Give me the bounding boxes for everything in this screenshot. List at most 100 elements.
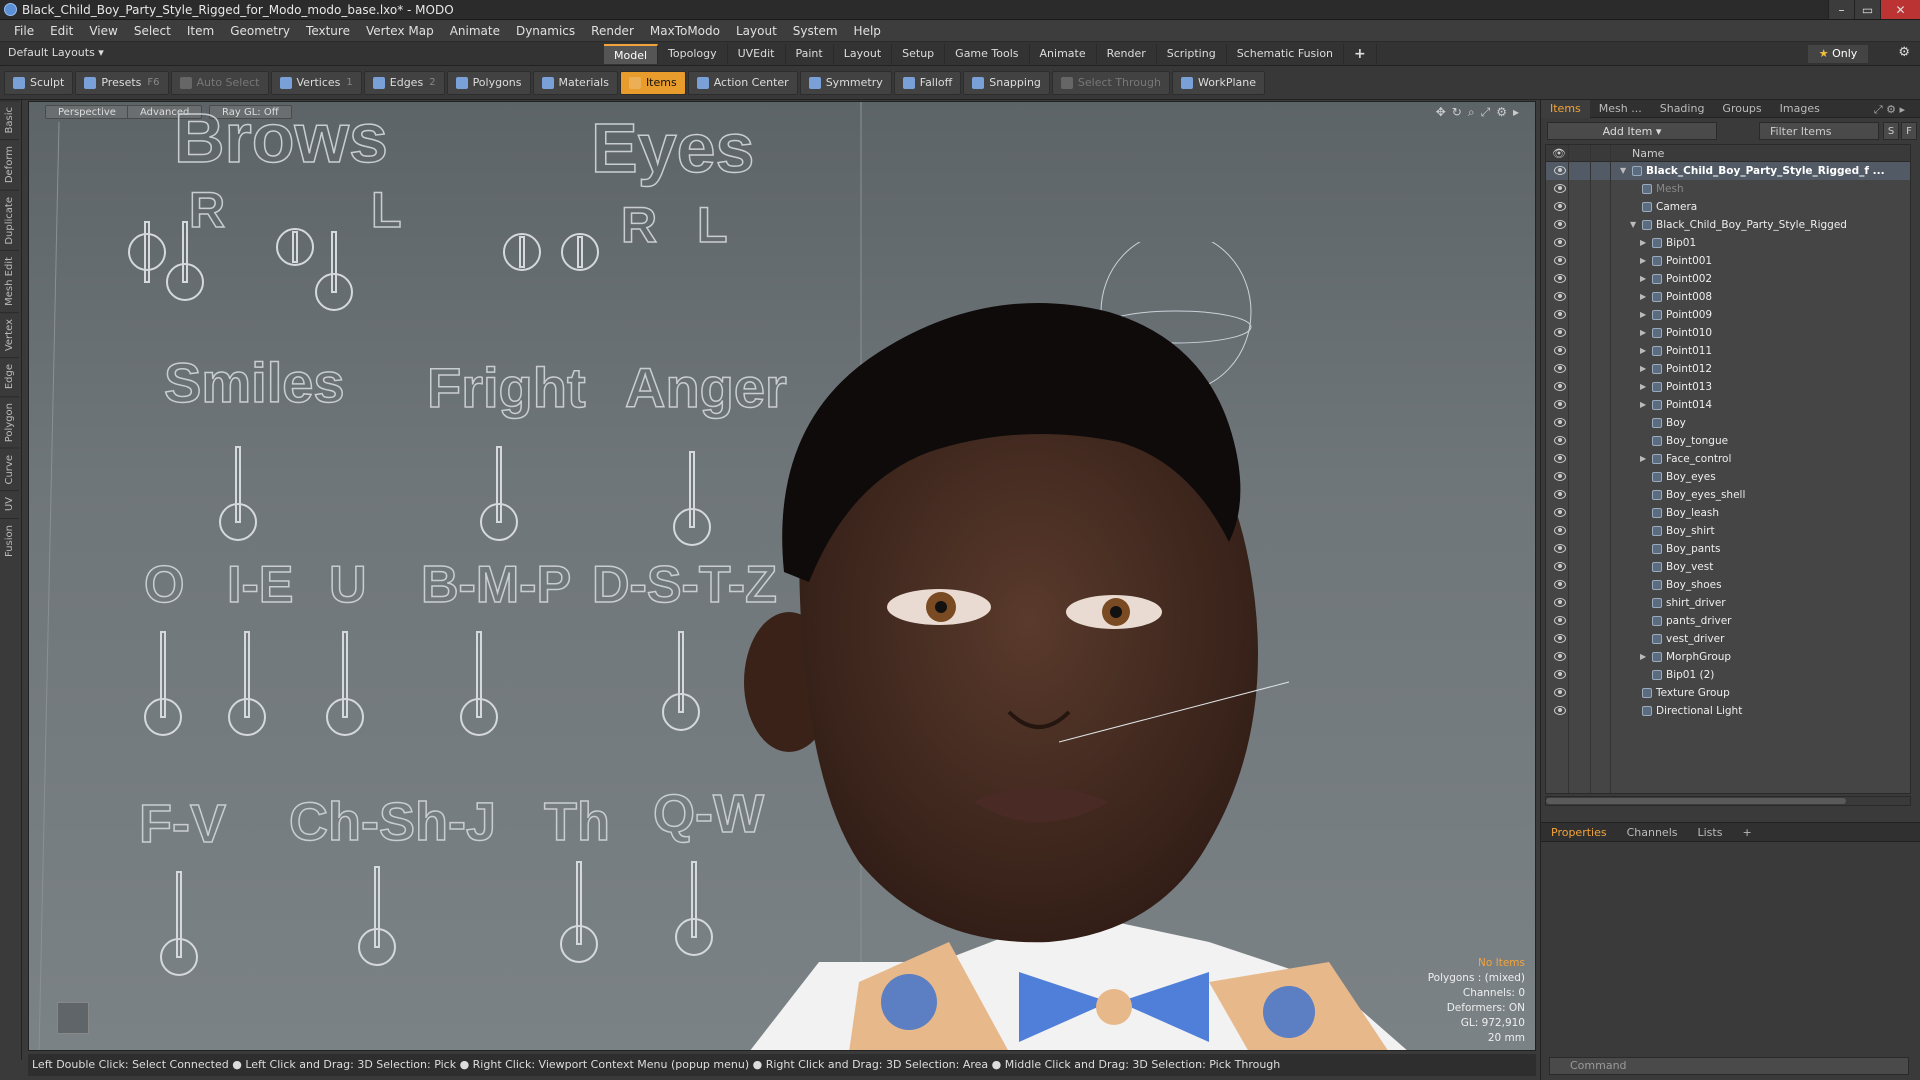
left-strip-tab-4[interactable]: Vertex	[0, 312, 19, 358]
layout-tab-8[interactable]: Render	[1097, 44, 1157, 64]
layout-tab-0[interactable]: Model	[604, 44, 659, 64]
eye-icon[interactable]	[1554, 274, 1566, 283]
expand-arrow-icon[interactable]: ▶	[1640, 648, 1646, 666]
menu-item-4[interactable]: Item	[179, 24, 222, 38]
eye-icon[interactable]	[1554, 310, 1566, 319]
menu-item-7[interactable]: Vertex Map	[358, 24, 442, 38]
tree-row[interactable]: Boy_pants	[1546, 540, 1910, 558]
workplane-button[interactable]: WorkPlane	[1171, 70, 1265, 95]
pan-icon[interactable]: ✥	[1436, 105, 1446, 120]
left-strip-tab-8[interactable]: UV	[0, 490, 19, 518]
menu-item-14[interactable]: Help	[846, 24, 889, 38]
left-strip-tab-1[interactable]: Deform	[0, 139, 19, 190]
left-strip-tab-5[interactable]: Edge	[0, 357, 19, 396]
eye-icon[interactable]	[1554, 616, 1566, 625]
layout-tab-1[interactable]: Topology	[658, 44, 728, 64]
menu-item-5[interactable]: Geometry	[222, 24, 298, 38]
eye-icon[interactable]	[1554, 328, 1566, 337]
eye-icon[interactable]	[1554, 184, 1566, 193]
auto-select-button[interactable]: Auto Select	[170, 70, 269, 95]
menu-item-11[interactable]: MaxToModo	[642, 24, 728, 38]
eye-icon[interactable]	[1554, 490, 1566, 499]
menu-item-6[interactable]: Texture	[298, 24, 358, 38]
eye-icon[interactable]	[1554, 454, 1566, 463]
item-tree[interactable]: 👁 Name ▼ Black_Child_Boy_Party_Style_Rigg…	[1545, 144, 1911, 794]
eye-icon[interactable]	[1554, 562, 1566, 571]
eye-icon[interactable]	[1554, 436, 1566, 445]
expand-arrow-icon[interactable]: ▶	[1640, 306, 1646, 324]
filter-items-input[interactable]: Filter Items	[1759, 122, 1879, 140]
materials-button[interactable]: Materials	[532, 70, 618, 95]
eye-icon[interactable]	[1554, 292, 1566, 301]
add-item-dropdown[interactable]: Add Item ▾	[1547, 122, 1717, 140]
eye-icon[interactable]	[1554, 220, 1566, 229]
eye-icon[interactable]	[1554, 580, 1566, 589]
panel-tab-2[interactable]: Shading	[1651, 100, 1714, 118]
eye-icon[interactable]	[1554, 526, 1566, 535]
eye-icon[interactable]	[1554, 346, 1566, 355]
eye-icon[interactable]	[1554, 202, 1566, 211]
expand-arrow-icon[interactable]: ▶	[1640, 360, 1646, 378]
eye-icon[interactable]	[1554, 472, 1566, 481]
eye-icon[interactable]	[1554, 166, 1566, 175]
3d-viewport[interactable]: Perspective Advanced Ray GL: Off ✥ ↻ ⌕ ⤢…	[28, 101, 1536, 1051]
menu-item-10[interactable]: Render	[583, 24, 642, 38]
eye-icon[interactable]	[1554, 634, 1566, 643]
tree-row[interactable]: ▶ Point013	[1546, 378, 1910, 396]
tree-row[interactable]: ▶ Point002	[1546, 270, 1910, 288]
left-strip-tab-6[interactable]: Polygon	[0, 395, 19, 448]
tree-row[interactable]: Boy_shoes	[1546, 576, 1910, 594]
select-through-button[interactable]: Select Through	[1051, 70, 1170, 95]
layout-tab-9[interactable]: Scripting	[1157, 44, 1227, 64]
filter-f-button[interactable]: F	[1901, 122, 1917, 140]
eye-icon[interactable]	[1554, 256, 1566, 265]
props-tab-1[interactable]: Channels	[1617, 823, 1688, 842]
tree-row[interactable]: Boy_eyes_shell	[1546, 486, 1910, 504]
add-layout-tab-button[interactable]: +	[1344, 44, 1377, 64]
eye-icon[interactable]	[1554, 670, 1566, 679]
panel-options-icon[interactable]: ⤢ ⚙ ▸	[1865, 101, 1914, 119]
snapping-button[interactable]: Snapping	[963, 70, 1050, 95]
eye-icon[interactable]	[1554, 508, 1566, 517]
tree-row[interactable]: Boy_shirt	[1546, 522, 1910, 540]
tree-row[interactable]: ▶ Point001	[1546, 252, 1910, 270]
action-center-button[interactable]: Action Center	[687, 70, 798, 95]
maximize-view-icon[interactable]: ⤢	[1481, 105, 1491, 120]
expand-arrow-icon[interactable]: ▼	[1620, 162, 1626, 180]
rotate-icon[interactable]: ↻	[1452, 105, 1462, 120]
only-toggle[interactable]: ★ Only	[1808, 45, 1868, 63]
tree-row[interactable]: Texture Group	[1546, 684, 1910, 702]
expand-arrow-icon[interactable]: ▶	[1640, 378, 1646, 396]
menu-item-8[interactable]: Animate	[442, 24, 508, 38]
layout-tab-6[interactable]: Game Tools	[945, 44, 1030, 64]
expand-arrow-icon[interactable]: ▼	[1630, 216, 1636, 234]
layout-tab-2[interactable]: UVEdit	[728, 44, 786, 64]
tree-row[interactable]: vest_driver	[1546, 630, 1910, 648]
eye-icon[interactable]	[1554, 688, 1566, 697]
tree-row[interactable]: shirt_driver	[1546, 594, 1910, 612]
layout-tab-3[interactable]: Paint	[786, 44, 834, 64]
panel-tab-4[interactable]: Images	[1771, 100, 1829, 118]
eye-icon[interactable]	[1554, 544, 1566, 553]
tree-row[interactable]: ▶ Point009	[1546, 306, 1910, 324]
props-tab-2[interactable]: Lists	[1688, 823, 1733, 842]
layout-tab-4[interactable]: Layout	[834, 44, 893, 64]
eye-icon[interactable]	[1554, 238, 1566, 247]
menu-item-2[interactable]: View	[81, 24, 125, 38]
tree-row[interactable]: ▶ Face_control	[1546, 450, 1910, 468]
tree-row[interactable]: ▶ Point008	[1546, 288, 1910, 306]
tree-row[interactable]: Camera	[1546, 198, 1910, 216]
tree-horizontal-scrollbar[interactable]	[1545, 796, 1911, 806]
left-strip-tab-2[interactable]: Duplicate	[0, 189, 19, 251]
tree-row[interactable]: Directional Light	[1546, 702, 1910, 720]
panel-tab-0[interactable]: Items	[1541, 99, 1590, 118]
eye-icon[interactable]	[1554, 400, 1566, 409]
tree-row[interactable]: ▶ Point012	[1546, 360, 1910, 378]
tree-row[interactable]: ▶ Point010	[1546, 324, 1910, 342]
layout-tab-5[interactable]: Setup	[892, 44, 946, 64]
panel-tab-1[interactable]: Mesh ...	[1590, 100, 1651, 118]
expand-arrow-icon[interactable]: ▶	[1640, 252, 1646, 270]
tree-row[interactable]: Bip01 (2)	[1546, 666, 1910, 684]
eye-icon[interactable]	[1554, 382, 1566, 391]
tree-row[interactable]: ▶ Point014	[1546, 396, 1910, 414]
